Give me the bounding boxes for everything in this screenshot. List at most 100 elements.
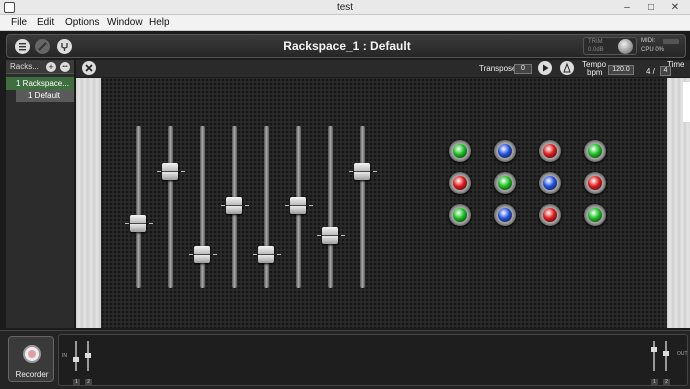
- led-light: [588, 176, 602, 190]
- input-label: IN: [62, 353, 67, 359]
- fader-1-knob[interactable]: [130, 215, 146, 233]
- rackspace-panel-header: Racks... + •••: [6, 60, 74, 74]
- led-button-r2c2[interactable]: [494, 172, 516, 194]
- close-button[interactable]: ✕: [665, 0, 685, 15]
- led-button-r3c2[interactable]: [494, 204, 516, 226]
- rackspace-toolbar: Transpose 0 Tempo bpm 120.0 Time 4 / 4: [76, 60, 690, 77]
- play-icon: [543, 64, 549, 72]
- recorder-panel[interactable]: Recorder: [8, 336, 54, 382]
- variation-list-item[interactable]: 1 Default: [16, 90, 74, 102]
- fader-4-tick: [221, 205, 225, 207]
- fader-2-tick: [181, 171, 185, 173]
- led-light: [453, 176, 467, 190]
- header-bar: Rackspace_1 : Default TRIM 0.0dB MIDI: C…: [6, 34, 686, 58]
- fader-3-track[interactable]: [200, 126, 205, 288]
- midi-activity-indicator: [663, 39, 679, 44]
- global-mixer: IN 1 2 OUT 1 2: [58, 334, 688, 386]
- fader-6-tick: [309, 205, 313, 207]
- led-button-r2c1[interactable]: [449, 172, 471, 194]
- rackspace-panel-title: Racks...: [10, 62, 39, 71]
- led-light: [498, 144, 512, 158]
- trim-control[interactable]: TRIM 0.0dB: [583, 37, 637, 55]
- fader-8-track[interactable]: [360, 126, 365, 288]
- time-numerator[interactable]: 4 /: [646, 67, 655, 76]
- led-light: [453, 144, 467, 158]
- cpu-label: CPU 0%: [641, 47, 665, 53]
- rackspace-canvas: [101, 78, 667, 328]
- fader-1-tick: [149, 223, 153, 225]
- fader-5-knob[interactable]: [258, 245, 274, 263]
- trim-knob[interactable]: [618, 39, 633, 54]
- input-fader-1[interactable]: [75, 341, 77, 371]
- output-label: OUT: [677, 351, 688, 357]
- add-rackspace-button[interactable]: +: [46, 62, 56, 72]
- led-light: [498, 176, 512, 190]
- fader-2-tick: [157, 171, 161, 173]
- led-light: [543, 208, 557, 222]
- led-button-r3c3[interactable]: [539, 204, 561, 226]
- fader-7-track[interactable]: [328, 126, 333, 288]
- transpose-label: Transpose: [479, 64, 517, 73]
- menu-bar: File Edit Options Window Help: [0, 15, 690, 31]
- window-title: test: [336, 2, 354, 13]
- fader-4-knob[interactable]: [226, 197, 242, 215]
- output-fader-2-cap[interactable]: [663, 351, 669, 356]
- menu-edit[interactable]: Edit: [37, 15, 54, 31]
- led-button-r3c1[interactable]: [449, 204, 471, 226]
- status-monitor: MIDI: CPU 0%: [639, 37, 683, 55]
- rackspace-options-button[interactable]: •••: [60, 62, 70, 72]
- play-button[interactable]: [538, 61, 552, 75]
- menu-window[interactable]: Window: [107, 15, 143, 31]
- led-button-r1c3[interactable]: [539, 140, 561, 162]
- fader-5-tick: [253, 253, 257, 255]
- led-light: [543, 144, 557, 158]
- fader-7-knob[interactable]: [322, 226, 338, 244]
- time-denominator[interactable]: 4: [660, 66, 671, 76]
- tools-icon[interactable]: [82, 61, 96, 75]
- led-button-r1c1[interactable]: [449, 140, 471, 162]
- trim-value: 0.0dB: [588, 47, 604, 53]
- input-fader-1-cap[interactable]: [73, 357, 79, 362]
- fader-5-track[interactable]: [264, 126, 269, 288]
- tempo-value[interactable]: 120.0: [608, 65, 634, 75]
- fader-7-tick: [341, 234, 345, 236]
- rackspace-panel: Racks... + ••• 1 Rackspace... 1 Default: [6, 60, 74, 328]
- input-channel-2: 2: [85, 379, 92, 385]
- output-fader-1[interactable]: [653, 341, 655, 371]
- title-bar: test – □ ✕: [0, 0, 690, 15]
- menu-options[interactable]: Options: [65, 15, 99, 31]
- led-button-r1c4[interactable]: [584, 140, 606, 162]
- menu-help[interactable]: Help: [149, 15, 170, 31]
- fader-1-track[interactable]: [136, 126, 141, 288]
- metronome-icon: [563, 62, 571, 73]
- fader-7-tick: [317, 234, 321, 236]
- input-fader-2-cap[interactable]: [85, 353, 91, 358]
- record-icon[interactable]: [23, 345, 41, 363]
- minimize-button[interactable]: –: [617, 0, 637, 15]
- fader-2-knob[interactable]: [162, 163, 178, 181]
- led-button-r3c4[interactable]: [584, 204, 606, 226]
- fader-8-knob[interactable]: [354, 163, 370, 181]
- led-light: [498, 208, 512, 222]
- menu-file[interactable]: File: [11, 15, 27, 31]
- recorder-label: Recorder: [15, 370, 49, 379]
- fader-8-tick: [373, 171, 377, 173]
- led-button-r1c2[interactable]: [494, 140, 516, 162]
- maximize-button[interactable]: □: [641, 0, 661, 15]
- fader-8-tick: [349, 171, 353, 173]
- output-fader-2[interactable]: [665, 341, 667, 371]
- fader-3-knob[interactable]: [194, 245, 210, 263]
- rack-side-panel-left: [76, 78, 101, 328]
- fader-2-track[interactable]: [168, 126, 173, 288]
- metronome-button[interactable]: [560, 61, 574, 75]
- output-fader-1-cap[interactable]: [651, 347, 657, 352]
- fader-5-tick: [277, 253, 281, 255]
- app-icon: [4, 2, 15, 13]
- transpose-value[interactable]: 0: [514, 64, 532, 74]
- rackspace-list-item[interactable]: 1 Rackspace...: [6, 77, 74, 90]
- led-button-r2c3[interactable]: [539, 172, 561, 194]
- rack-side-panel-right: [667, 78, 690, 328]
- fader-6-knob[interactable]: [290, 197, 306, 215]
- led-light: [588, 144, 602, 158]
- led-button-r2c4[interactable]: [584, 172, 606, 194]
